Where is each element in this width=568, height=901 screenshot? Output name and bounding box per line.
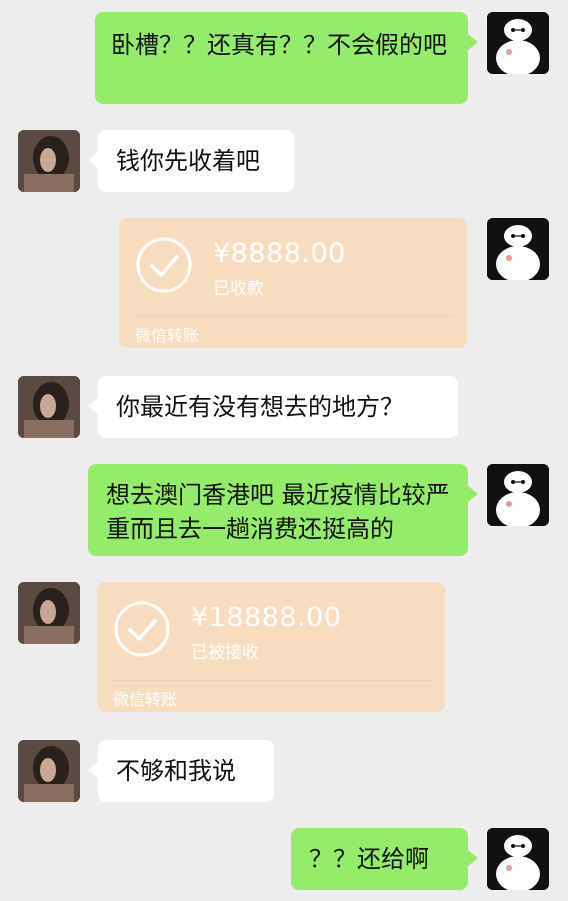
other-avatar[interactable] — [18, 130, 80, 192]
transfer-divider — [133, 316, 453, 317]
transfer-card[interactable]: ¥18888.00 已被接收 微信转账 — [97, 582, 445, 712]
check-circle-icon — [114, 601, 170, 657]
message-text: 想去澳门香港吧 最近疫情比较严重而且去一趟消费还挺高的 — [106, 481, 450, 543]
girl-photo-avatar-icon — [18, 130, 80, 192]
self-avatar[interactable] — [487, 828, 549, 890]
other-avatar[interactable] — [18, 582, 80, 644]
transfer-status: 已收款 — [213, 279, 264, 299]
message-bubble-sent[interactable]: 想去澳门香港吧 最近疫情比较严重而且去一趟消费还挺高的 — [88, 464, 478, 556]
baymax-avatar-icon — [487, 464, 549, 526]
baymax-avatar-icon — [487, 828, 549, 890]
transfer-amount: ¥18888.00 — [191, 602, 342, 633]
baymax-avatar-icon — [487, 12, 549, 74]
message-text: 钱你先收着吧 — [116, 147, 260, 175]
transfer-label: 微信转账 — [135, 326, 200, 345]
girl-photo-avatar-icon — [18, 740, 80, 802]
transfer-status: 已被接收 — [191, 643, 259, 663]
message-bubble-sent[interactable]: ？？还给啊 — [291, 828, 478, 890]
message-bubble-received[interactable]: 不够和我说 — [88, 740, 274, 802]
message-text: 不够和我说 — [116, 757, 236, 785]
baymax-avatar-icon — [487, 218, 549, 280]
self-avatar[interactable] — [487, 464, 549, 526]
check-circle-icon — [136, 237, 192, 293]
self-avatar[interactable] — [487, 218, 549, 280]
message-text: 你最近有没有想去的地方？ — [116, 393, 404, 421]
girl-photo-avatar-icon — [18, 582, 80, 644]
message-bubble-received[interactable]: 你最近有没有想去的地方？ — [88, 376, 458, 438]
self-avatar[interactable] — [487, 12, 549, 74]
transfer-divider — [111, 680, 431, 681]
transfer-amount: ¥8888.00 — [213, 238, 346, 269]
transfer-card[interactable]: ¥8888.00 已收款 微信转账 — [119, 218, 467, 348]
girl-photo-avatar-icon — [18, 376, 80, 438]
message-bubble-sent[interactable]: 卧槽？？还真有？？不会假的吧 — [95, 12, 478, 104]
transfer-label: 微信转账 — [113, 690, 178, 709]
message-text: 卧槽？？还真有？？不会假的吧 — [111, 31, 447, 59]
other-avatar[interactable] — [18, 376, 80, 438]
chat-area: 卧槽？？还真有？？不会假的吧 钱你先收着吧 ¥8888.00 已收款 微信转账 … — [0, 0, 568, 901]
message-bubble-received[interactable]: 钱你先收着吧 — [88, 130, 294, 192]
other-avatar[interactable] — [18, 740, 80, 802]
message-text: ？？还给啊 — [309, 845, 429, 873]
